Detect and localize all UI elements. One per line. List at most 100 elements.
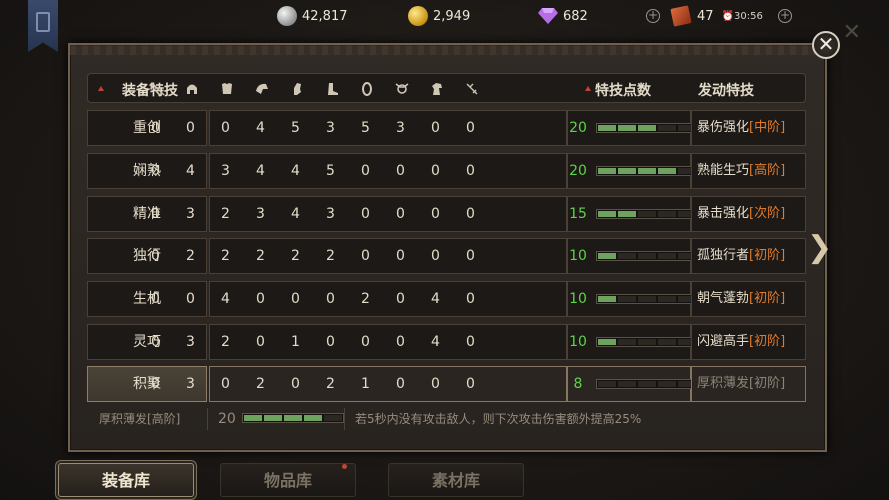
background-close-icon: ✕ [842,20,861,45]
slot-value: 0 [256,291,265,307]
trait-points: 20 [569,120,587,136]
add-gems-button[interactable]: + [646,5,660,27]
currency-bar: 42,817 2,949 682 + 47 ⏰30:56 + ✕ [0,0,889,52]
slot-value: 0 [431,120,440,136]
tab-equipment[interactable]: 装备库 [58,463,194,497]
sort-arrow-icon[interactable] [585,86,591,91]
points-progress-bar [596,379,698,389]
slot-value: 0 [466,291,475,307]
slot-value: 2 [291,248,300,264]
slot-value: 0 [151,163,160,179]
banner-emblem-icon [36,12,50,32]
slot-value: 0 [221,120,230,136]
slot-value: 0 [151,248,160,264]
slot-value: 2 [256,248,265,264]
progress-segment [284,415,302,421]
ring-icon [357,79,377,99]
header-skill: 发动特技 [698,83,754,99]
slot-value: 3 [326,120,335,136]
progress-segment [324,415,342,421]
skill-tier: [中阶] [749,120,786,135]
trait-points: 20 [569,163,587,179]
slot-value: 2 [186,248,195,264]
slot-value: 0 [396,334,405,350]
timer-value: 30:56 [734,10,763,22]
slot-value: 0 [151,291,160,307]
progress-segment [598,125,616,131]
ticket-icon [670,5,692,27]
slot-value: 3 [256,206,265,222]
slot-value: 1 [361,376,370,392]
slot-value: 0 [221,376,230,392]
skill-tier: [次阶] [749,206,786,221]
slot-value: 0 [186,291,195,307]
slot-value: 4 [256,120,265,136]
tab-items[interactable]: 物品库 [220,463,356,497]
slot-value: 2 [221,248,230,264]
slot-value: 0 [256,334,265,350]
slot-value: 0 [396,163,405,179]
trait-row[interactable]: 灵巧 0 3 2 0 1 0 0 0 4 0 10 闪避高手[初阶] [87,324,806,360]
slot-value: 0 [396,291,405,307]
tab-materials[interactable]: 素材库 [388,463,524,497]
horse-icon [427,79,447,99]
slot-value: 4 [431,334,440,350]
slot-value: 3 [221,163,230,179]
progress-segment [618,125,636,131]
skill-name: 熟能生巧 [697,163,750,178]
slot-value: 2 [326,376,335,392]
slot-value: 2 [221,334,230,350]
points-progress-bar [596,337,698,347]
trait-row[interactable]: 娴熟 0 4 3 4 4 5 0 0 0 0 20 熟能生巧[高阶] [87,153,806,189]
progress-segment [598,381,616,387]
trait-row[interactable]: 生机 0 0 4 0 0 0 2 0 4 0 10 朝气蓬勃[初阶] [87,281,806,317]
trait-row[interactable]: 独行 0 2 2 2 2 2 0 0 0 0 10 孤独行者[初阶] [87,238,806,274]
progress-segment [658,296,676,302]
slot-value: 0 [396,376,405,392]
slot-value: 0 [326,291,335,307]
skill-tier: [初阶] [749,376,786,391]
timer: ⏰30:56 [721,10,763,22]
helmet-icon [182,79,202,99]
add-tickets-button[interactable]: + [778,5,792,27]
slot-value: 0 [361,248,370,264]
trait-row[interactable]: 重创 0 0 0 4 5 3 5 3 0 0 20 暴伤强化[中阶] [87,110,806,146]
progress-segment [658,253,676,259]
progress-segment [264,415,282,421]
slot-value: 0 [466,248,475,264]
slot-value: 2 [256,376,265,392]
skill-label: 熟能生巧[高阶] [697,153,785,189]
scroll-icon [462,79,482,99]
slot-value: 3 [186,334,195,350]
slot-value: 0 [361,334,370,350]
diamond-icon [538,8,558,24]
progress-segment [598,211,616,217]
gold-amount: 2,949 [433,8,471,24]
trait-row[interactable]: 精准 0 3 2 3 4 3 0 0 0 0 15 暴击强化[次阶] [87,196,806,232]
detail-skill-name: 厚积薄发[高阶] [99,412,181,426]
slot-value: 3 [326,206,335,222]
skill-label: 孤独行者[初阶] [697,238,785,274]
slot-value: 4 [221,291,230,307]
gauntlet-icon [287,79,307,99]
close-button[interactable]: ✕ [812,31,840,59]
slot-value: 3 [186,206,195,222]
progress-segment [618,211,636,217]
divider [344,408,345,430]
skill-name: 暴击强化 [697,206,750,221]
progress-segment [598,168,616,174]
skill-name: 朝气蓬勃 [697,291,750,306]
trait-points: 15 [569,206,587,222]
sort-arrow-icon[interactable] [98,86,104,91]
skill-tier: [初阶] [749,248,786,263]
progress-segment [618,339,636,345]
next-page-arrow-icon[interactable]: ❯ [807,230,832,266]
trait-points: 8 [573,376,583,392]
trait-row[interactable]: 积聚 0 3 0 2 0 2 1 0 0 0 8 厚积薄发[初阶] [87,366,806,402]
slot-value: 0 [291,291,300,307]
progress-segment [638,125,656,131]
header-points: 特技点数 [595,83,651,99]
slot-value: 0 [396,206,405,222]
points-progress-bar [596,209,698,219]
points-progress-bar [596,294,698,304]
